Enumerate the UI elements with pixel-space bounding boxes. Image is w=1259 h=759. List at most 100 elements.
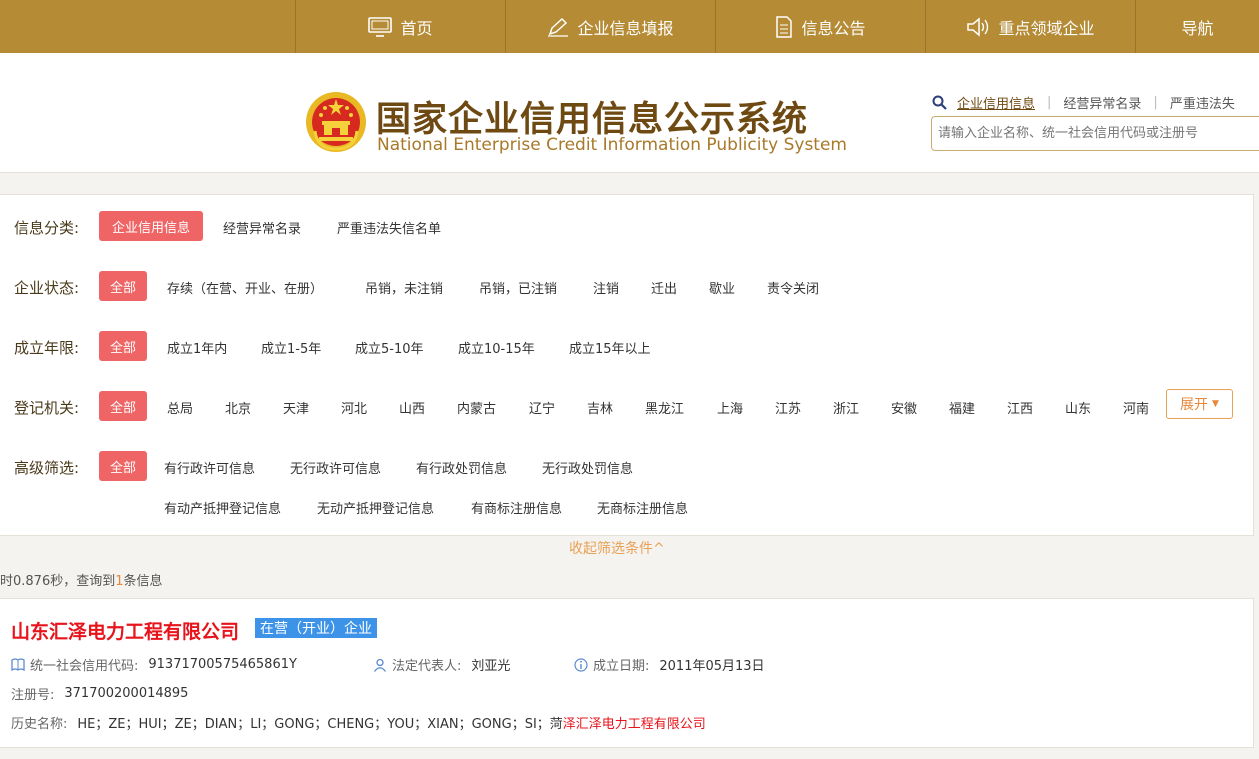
search-tabs: 企业信用信息 | 经营异常名录 | 严重违法失: [932, 93, 1235, 112]
filter-option[interactable]: 无行政处罚信息: [542, 458, 633, 477]
filter-option[interactable]: 有行政处罚信息: [416, 458, 507, 477]
nav-key-sector[interactable]: 重点领域企业: [925, 0, 1135, 53]
nav-home[interactable]: 首页: [295, 0, 505, 53]
filter-option[interactable]: 黑龙江: [645, 398, 684, 417]
result-card[interactable]: 山东汇泽电力工程有限公司 在营（开业）企业 统一社会信用代码: 91371700…: [0, 598, 1254, 748]
nav-report-label: 企业信息填报: [577, 18, 674, 38]
tab-divider: |: [1153, 95, 1158, 110]
filter-option[interactable]: 成立5-10年: [355, 338, 424, 357]
filter-option[interactable]: 山东: [1065, 398, 1091, 417]
result-count: 1: [115, 574, 124, 589]
filter-option[interactable]: 天津: [283, 398, 309, 417]
filter-row-category: 信息分类: 企业信用信息 经营异常名录 严重违法失信名单: [0, 211, 1254, 241]
credit-code-label: 统一社会信用代码:: [30, 659, 139, 674]
filter-option[interactable]: 成立15年以上: [569, 338, 651, 357]
est-date-label: 成立日期:: [593, 659, 650, 674]
filter-label-authority: 登记机关:: [14, 399, 80, 417]
filter-option[interactable]: 无动产抵押登记信息: [317, 498, 434, 517]
filter-label-category: 信息分类:: [14, 219, 80, 237]
filter-option[interactable]: 经营异常名录: [223, 218, 301, 237]
status-badge: 在营（开业）企业: [255, 618, 377, 638]
search-input[interactable]: [931, 116, 1259, 151]
legal-rep-label: 法定代表人:: [392, 659, 462, 674]
tab-divider: |: [1047, 95, 1052, 110]
search-tab-credit[interactable]: 企业信用信息: [957, 93, 1035, 112]
nav-notice-label: 信息公告: [801, 18, 866, 38]
filter-option[interactable]: 上海: [717, 398, 743, 417]
est-date: 成立日期: 2011年05月13日: [574, 655, 765, 674]
filter-option[interactable]: 存续（在营、开业、在册）: [167, 278, 323, 297]
site-header: 国家企业信用信息公示系统 National Enterprise Credit …: [0, 53, 1259, 173]
credit-code-value: 91371700575465861Y: [148, 657, 297, 672]
filter-option[interactable]: 内蒙古: [457, 398, 496, 417]
filter-option[interactable]: 福建: [949, 398, 975, 417]
filter-option[interactable]: 江苏: [775, 398, 801, 417]
nav-guide-label: 导航: [1181, 18, 1214, 38]
pen-edit-icon: [548, 17, 569, 37]
person-icon: [373, 658, 387, 672]
reg-no-value: 371700200014895: [64, 686, 189, 701]
filter-option[interactable]: 成立1年内: [167, 338, 227, 357]
history-label: 历史名称:: [11, 717, 68, 732]
filter-option[interactable]: 有商标注册信息: [471, 498, 562, 517]
filter-option-selected[interactable]: 全部: [99, 331, 147, 361]
company-name-link[interactable]: 山东汇泽电力工程有限公司: [11, 617, 239, 644]
result-summary: 时0.876秒，查询到1条信息: [0, 570, 163, 589]
national-emblem-icon: [306, 92, 366, 152]
filter-label-status: 企业状态:: [14, 279, 80, 297]
search-tab-illegal[interactable]: 严重违法失: [1170, 93, 1235, 112]
filter-option-selected[interactable]: 全部: [99, 271, 147, 301]
site-subtitle: National Enterprise Credit Information P…: [377, 135, 847, 155]
filter-option[interactable]: 吊销，已注销: [479, 278, 557, 297]
filter-option[interactable]: 无行政许可信息: [290, 458, 381, 477]
filter-option[interactable]: 成立1-5年: [261, 338, 321, 357]
document-icon: [776, 15, 793, 38]
reg-no-label: 注册号:: [11, 688, 55, 703]
expand-label: 展开: [1180, 397, 1209, 413]
filter-option[interactable]: 辽宁: [529, 398, 555, 417]
filter-option[interactable]: 吊销，未注销: [365, 278, 443, 297]
filter-option[interactable]: 北京: [225, 398, 251, 417]
filter-label-age: 成立年限:: [14, 339, 80, 357]
legal-rep: 法定代表人: 刘亚光: [373, 655, 510, 674]
history-value: HE；ZE；HUI；ZE；DIAN；LI；GONG；CHENG；YOU；XIAN…: [77, 717, 563, 732]
search-tab-abnormal[interactable]: 经营异常名录: [1063, 93, 1141, 112]
reg-no: 注册号: 371700200014895: [11, 684, 188, 703]
search-icon: [932, 95, 947, 110]
filter-option[interactable]: 浙江: [833, 398, 859, 417]
nav-report[interactable]: 企业信息填报: [505, 0, 715, 53]
filter-option[interactable]: 河北: [341, 398, 367, 417]
filter-option[interactable]: 严重违法失信名单: [337, 218, 441, 237]
filter-option[interactable]: 总局: [167, 398, 193, 417]
filter-option-selected[interactable]: 全部: [99, 451, 147, 481]
filter-option[interactable]: 注销: [593, 278, 619, 297]
legal-rep-value: 刘亚光: [471, 659, 511, 674]
filter-option[interactable]: 安徽: [891, 398, 917, 417]
filter-option-selected[interactable]: 全部: [99, 391, 147, 421]
nav-key-sector-label: 重点领域企业: [998, 18, 1095, 38]
collapse-filters-link[interactable]: 收起筛选条件^: [569, 538, 665, 558]
nav-notice[interactable]: 信息公告: [715, 0, 925, 53]
filter-option-selected[interactable]: 企业信用信息: [99, 211, 203, 241]
credit-code: 统一社会信用代码: 91371700575465861Y: [11, 655, 297, 674]
filter-option[interactable]: 歇业: [709, 278, 735, 297]
filter-row-authority: 登记机关: 全部 总局 北京 天津 河北 山西 内蒙古 辽宁 吉林 黑龙江 上海…: [0, 389, 1254, 421]
filter-option[interactable]: 成立10-15年: [458, 338, 535, 357]
expand-button[interactable]: 展开 ▼: [1166, 389, 1233, 419]
filter-option[interactable]: 河南: [1123, 398, 1149, 417]
filter-option[interactable]: 江西: [1007, 398, 1033, 417]
top-nav: 首页 企业信息填报 信息公告 重点领域企业 导航: [0, 0, 1259, 53]
filter-option[interactable]: 有行政许可信息: [164, 458, 255, 477]
timing-suffix: 条信息: [123, 574, 163, 589]
nav-guide[interactable]: 导航: [1135, 0, 1259, 53]
history-names: 历史名称: HE；ZE；HUI；ZE；DIAN；LI；GONG；CHENG；YOU…: [11, 713, 706, 732]
filter-option[interactable]: 吉林: [587, 398, 613, 417]
filter-option[interactable]: 迁出: [651, 278, 677, 297]
filter-option[interactable]: 无商标注册信息: [597, 498, 688, 517]
filter-option[interactable]: 有动产抵押登记信息: [164, 498, 281, 517]
filter-option[interactable]: 山西: [399, 398, 425, 417]
filter-panel: 信息分类: 企业信用信息 经营异常名录 严重违法失信名单 企业状态: 全部 存续…: [0, 194, 1254, 536]
monitor-icon: [368, 16, 393, 37]
filter-row-advanced: 高级筛选: 全部 有行政许可信息 无行政许可信息 有行政处罚信息 无行政处罚信息…: [0, 451, 1254, 521]
filter-option[interactable]: 责令关闭: [767, 278, 819, 297]
